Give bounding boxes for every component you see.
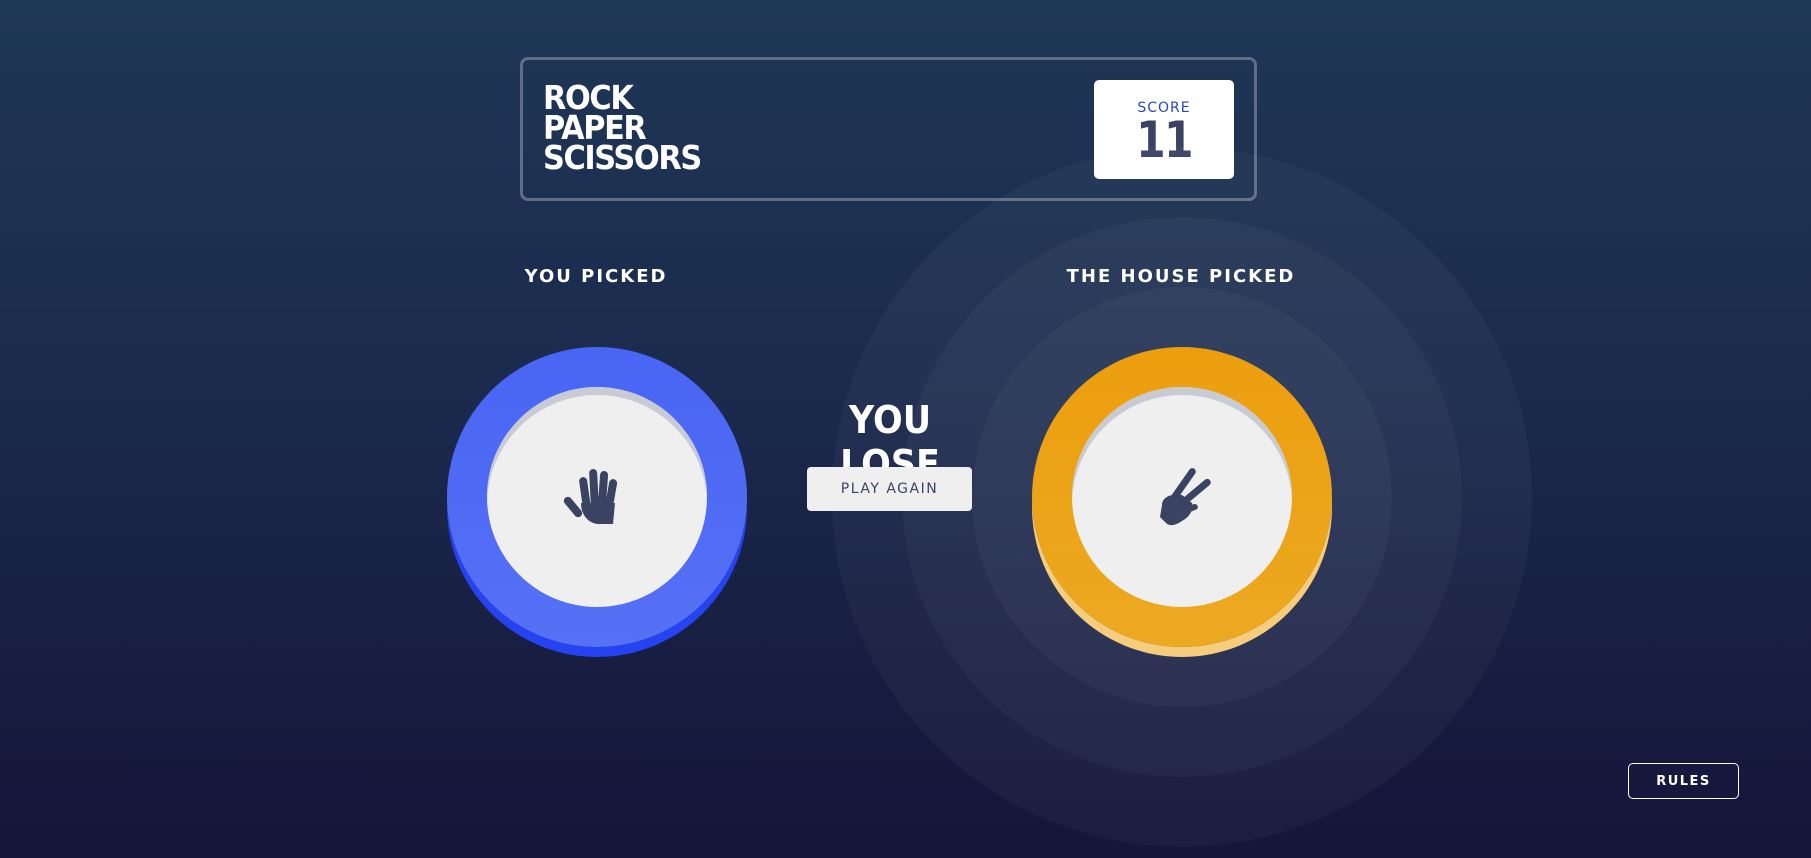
- house-token-face: [1072, 387, 1292, 607]
- player-token-face: [487, 387, 707, 607]
- house-scissors-token: [1032, 347, 1332, 647]
- player-pick-label: YOU PICKED: [524, 266, 668, 287]
- play-again-button[interactable]: PLAY AGAIN: [807, 467, 972, 511]
- player-paper-token: [447, 347, 747, 647]
- game-title-line-scissors: SCISSORS: [543, 138, 702, 177]
- scissors-hand-icon: [1160, 468, 1211, 526]
- rules-button[interactable]: RULES: [1628, 763, 1739, 799]
- paper-hand-icon: [563, 469, 618, 525]
- game-title: ROCK PAPER SCISSORS: [543, 81, 702, 177]
